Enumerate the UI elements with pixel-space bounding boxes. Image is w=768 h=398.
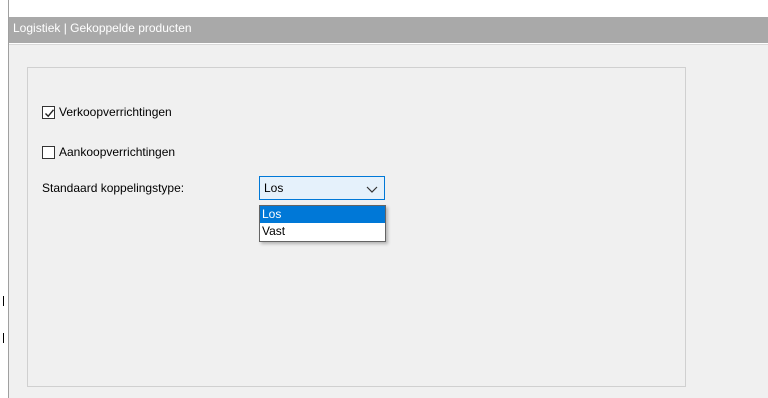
link-type-dropdown-list: Los Vast (259, 205, 386, 242)
option-los[interactable]: Los (260, 206, 385, 223)
purchase-checkbox[interactable] (42, 145, 55, 159)
sales-option[interactable]: Verkoopverrichtingen (42, 105, 172, 119)
title-strip: Logistiek | Gekoppelde producten (9, 17, 768, 43)
title-bar: Logistiek | Gekoppelde producten (9, 0, 768, 45)
chevron-down-icon[interactable] (366, 183, 378, 197)
purchase-label: Aankoopverrichtingen (59, 145, 176, 159)
link-type-label: Standaard koppelingstype: (42, 181, 185, 195)
link-type-select[interactable]: Los (259, 176, 385, 200)
sales-label: Verkoopverrichtingen (59, 105, 172, 119)
option-vast[interactable]: Vast (260, 223, 385, 240)
check-icon (45, 108, 55, 117)
screen: Logistiek | Gekoppelde producten Verkoop… (0, 0, 768, 398)
edge-mark (0, 296, 4, 306)
edge-mark (0, 333, 4, 343)
link-type-selected-value: Los (264, 181, 284, 195)
purchase-option[interactable]: Aankoopverrichtingen (42, 145, 175, 159)
window-title: Logistiek | Gekoppelde producten (13, 21, 192, 35)
sales-checkbox[interactable] (42, 105, 55, 119)
